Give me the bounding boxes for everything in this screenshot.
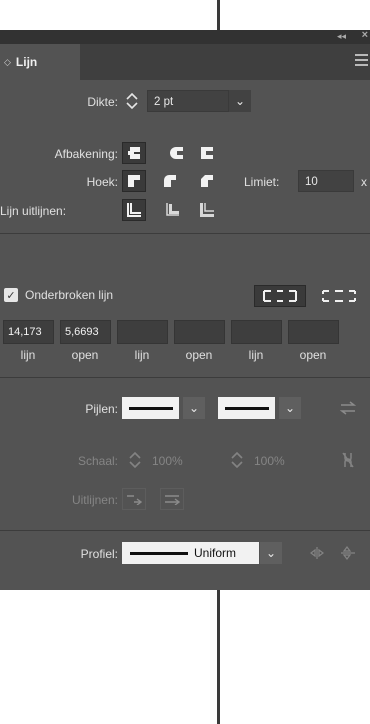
profile-select[interactable]: Uniform (122, 542, 259, 564)
dashed-label: Onderbroken lijn (25, 288, 114, 302)
hamburger-icon[interactable] (355, 54, 368, 69)
gap-3-input[interactable] (288, 320, 339, 344)
chevron-down-icon[interactable]: ⌄ (229, 90, 251, 112)
weight-label: Dikte: (87, 95, 118, 109)
link-scale-icon[interactable] (336, 449, 360, 471)
artboard-line-bottom (217, 590, 220, 724)
preserve-dash-button[interactable] (254, 285, 306, 307)
corner-label: Hoek: (86, 175, 118, 189)
miter-join-button[interactable] (122, 170, 146, 192)
section-divider (0, 233, 370, 234)
section-divider (0, 377, 370, 378)
limit-input[interactable]: 10 (298, 170, 354, 192)
align-stroke-row: Lijn uitlijnen: (0, 199, 370, 225)
arrows-label: Pijlen: (85, 402, 118, 416)
profile-value: Uniform (194, 546, 237, 560)
arrow-end-select[interactable] (218, 397, 275, 419)
swap-arrows-icon[interactable] (336, 397, 360, 419)
arrow-align-row: Uitlijnen: (0, 488, 370, 514)
dash-1-input[interactable]: 14,173 (3, 320, 54, 344)
scale-start-value: 100% (152, 454, 183, 468)
dash-2-input[interactable] (117, 320, 168, 344)
double-chevron-left-icon[interactable]: ◂◂ (337, 31, 346, 42)
artboard-line-top (217, 0, 220, 30)
weight-row: Dikte: 2 pt ⌄ (0, 90, 370, 116)
gap-3-label: open (299, 348, 327, 362)
align-outside-button[interactable] (195, 199, 219, 221)
cap-label: Afbakening: (54, 147, 118, 161)
limit-label: Limiet: (244, 175, 280, 189)
chevron-down-icon[interactable]: ⌄ (260, 542, 282, 564)
align-inside-button[interactable] (160, 199, 184, 221)
weight-stepper[interactable] (122, 90, 142, 112)
profile-label: Profiel: (80, 547, 118, 561)
flip-along-icon[interactable] (305, 542, 329, 564)
tab-arrow-icon: ◇ (4, 56, 11, 67)
arrow-align-label: Uitlijnen: (71, 493, 118, 507)
panel-title-bar[interactable]: ◂◂ × (0, 29, 370, 44)
limit-unit: x (361, 175, 367, 189)
align-dash-corners-button[interactable] (313, 285, 365, 307)
scale-row: Schaal: 100% 100% (0, 449, 370, 475)
scale-end-value: 100% (254, 454, 285, 468)
dashed-checkbox[interactable]: ✓ (4, 288, 18, 302)
gap-1-input[interactable]: 5,6693 (60, 320, 111, 344)
scale-label: Schaal: (77, 454, 118, 468)
dashed-row: ✓ Onderbroken lijn (0, 284, 370, 310)
profile-row: Profiel: Uniform ⌄ (0, 542, 370, 568)
scale-end-stepper[interactable] (227, 449, 247, 471)
arrow-tip-beyond-button[interactable] (122, 488, 146, 510)
scale-start-stepper[interactable] (125, 449, 145, 471)
chevron-down-icon[interactable]: ⌄ (183, 397, 205, 419)
cap-row: Afbakening: (0, 142, 370, 168)
stroke-panel: ◂◂ × ◇ Lijn Dikte: 2 pt ⌄ Afbakening: Ho… (0, 29, 370, 590)
bevel-join-button[interactable] (195, 170, 219, 192)
dash-2-label: lijn (134, 348, 150, 362)
arrow-start-select[interactable] (122, 397, 179, 419)
round-cap-button[interactable] (165, 142, 189, 164)
tab-lijn[interactable]: ◇ Lijn (0, 44, 80, 80)
chevron-down-icon[interactable]: ⌄ (279, 397, 301, 419)
dash-3-label: lijn (248, 348, 264, 362)
dash-3-input[interactable] (231, 320, 282, 344)
flip-across-icon[interactable] (336, 542, 360, 564)
gap-2-label: open (185, 348, 213, 362)
corner-row: Hoek: Limiet: 10 x (0, 170, 370, 196)
tab-label: Lijn (15, 55, 38, 69)
close-icon[interactable]: × (362, 29, 368, 41)
dash-1-label: lijn (20, 348, 36, 362)
weight-input[interactable]: 2 pt (147, 90, 229, 112)
round-join-button[interactable] (158, 170, 182, 192)
section-divider (0, 530, 370, 531)
align-center-button[interactable] (122, 199, 146, 221)
align-stroke-label: Lijn uitlijnen: (0, 204, 67, 218)
arrows-row: Pijlen: ⌄ ⌄ (0, 397, 370, 423)
projecting-cap-button[interactable] (195, 142, 219, 164)
arrow-tip-at-end-button[interactable] (160, 488, 184, 510)
gap-2-input[interactable] (174, 320, 225, 344)
butt-cap-button[interactable] (122, 142, 146, 164)
panel-tab-bar: ◇ Lijn (0, 44, 370, 80)
gap-1-label: open (71, 348, 99, 362)
